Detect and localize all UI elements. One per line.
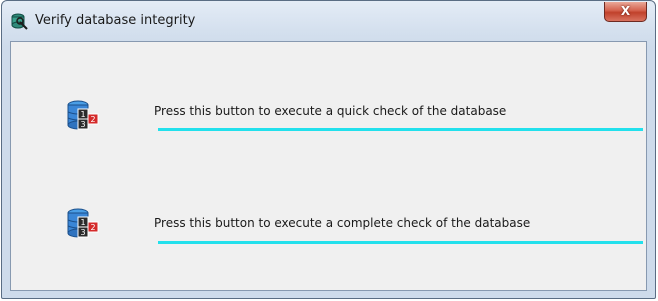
complete-check-progress-bar [158, 241, 643, 244]
svg-text:2: 2 [90, 115, 95, 124]
close-button[interactable]: X [604, 2, 647, 22]
complete-check-button[interactable]: 1 3 2 [64, 205, 100, 241]
window-title: Verify database integrity [35, 13, 196, 28]
quick-check-progress-bar [158, 128, 643, 131]
close-icon: X [620, 4, 631, 18]
dialog-content: 1 3 2 Press this button to execute a qui… [10, 41, 647, 291]
verify-database-dialog: Verify database integrity X 1 3 2 Press … [1, 0, 656, 299]
complete-check-label: Press this button to execute a complete … [154, 216, 531, 230]
svg-text:3: 3 [80, 120, 85, 129]
svg-text:3: 3 [80, 228, 85, 237]
svg-text:1: 1 [80, 110, 85, 119]
quick-check-label: Press this button to execute a quick che… [154, 104, 507, 118]
title-bar[interactable]: Verify database integrity X [2, 1, 655, 41]
quick-check-button[interactable]: 1 3 2 [64, 97, 100, 133]
app-icon [11, 13, 28, 30]
svg-text:1: 1 [80, 218, 85, 227]
svg-text:2: 2 [90, 223, 95, 232]
